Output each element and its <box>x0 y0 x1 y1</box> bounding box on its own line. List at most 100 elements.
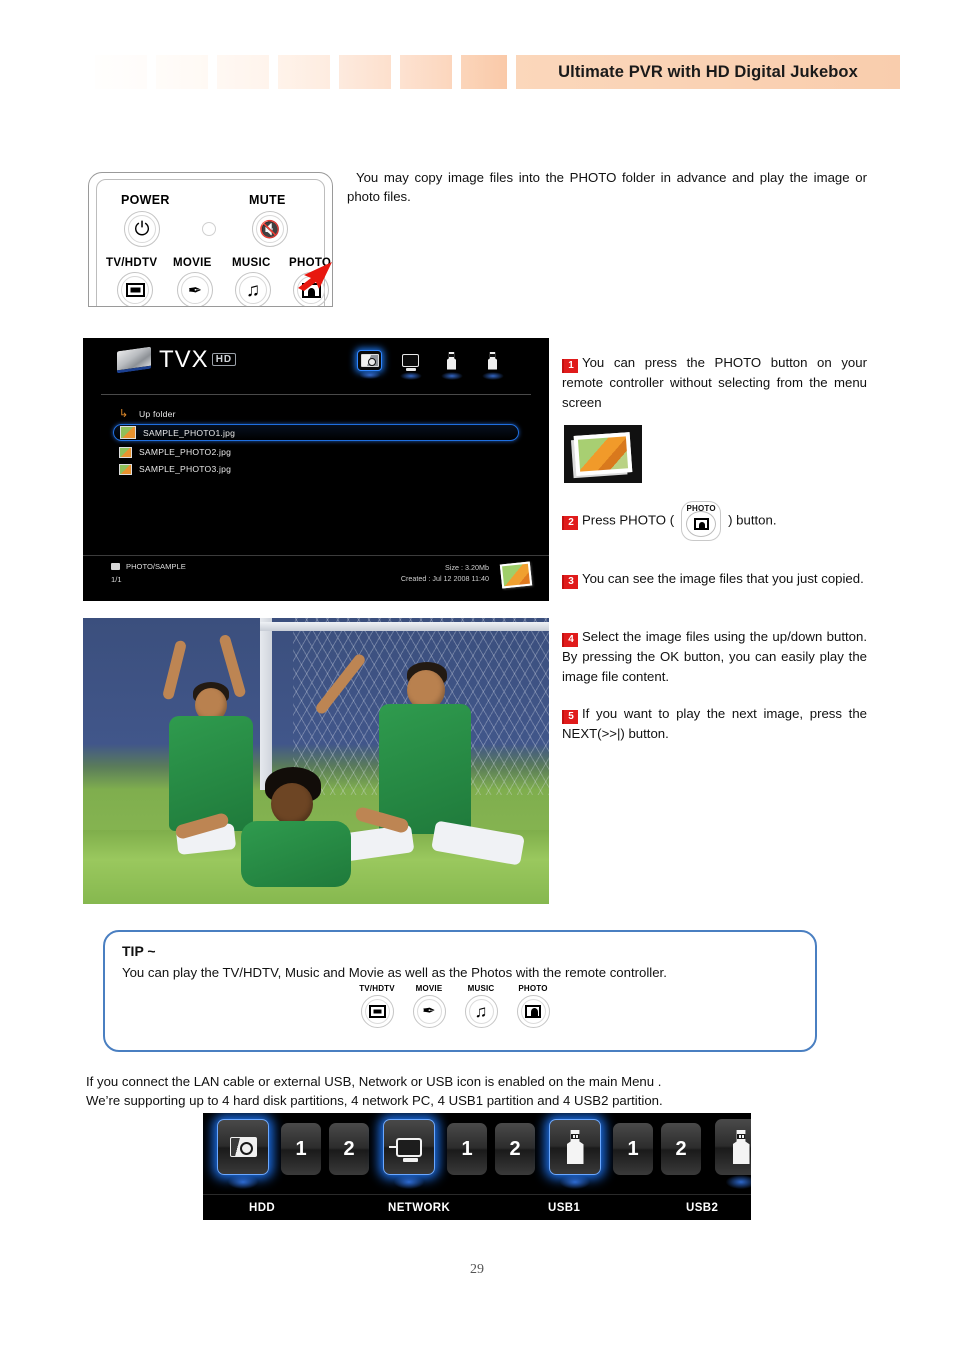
tv-screen-header: TVX HD <box>101 338 531 395</box>
menu-label-usb2: USB2 <box>686 1201 719 1214</box>
instruction-steps: 1 You can press the PHOTO button on your … <box>562 353 867 744</box>
remote-music-button[interactable]: ♫ <box>235 272 271 306</box>
remote-power-button[interactable]: ⏻ <box>124 211 160 247</box>
tv-usb2-device-icon[interactable] <box>480 350 505 380</box>
tile-label: 1 <box>295 1137 307 1160</box>
header-square-6 <box>400 55 452 89</box>
hdd-icon <box>229 1137 257 1157</box>
remote-mute-button[interactable]: 🔇 <box>252 211 288 247</box>
menu-hdd-icon-tile[interactable] <box>217 1119 269 1189</box>
tile <box>217 1119 269 1175</box>
intro-line-1: You may copy image files into the PHOTO … <box>356 170 784 185</box>
sample-photo-preview <box>83 618 549 904</box>
step-number-badge: 1 <box>562 359 578 373</box>
list-item-photo2[interactable]: SAMPLE_PHOTO2.jpg <box>113 445 519 459</box>
movie-icon: ✒ <box>187 280 203 300</box>
network-glyph <box>402 354 419 371</box>
page-number: 29 <box>470 1262 484 1277</box>
tile: 2 <box>329 1123 369 1175</box>
list-item-label: SAMPLE_PHOTO2.jpg <box>139 447 232 457</box>
photo-icon <box>693 518 709 530</box>
step-text-after: ) button. <box>728 512 777 528</box>
menu-network-pc-1[interactable]: 1 <box>447 1123 487 1175</box>
tip-button-label: MUSIC <box>467 984 495 993</box>
tip-button-label: TV/HDTV <box>359 984 395 993</box>
menu-hdd-partition-2[interactable]: 2 <box>329 1123 369 1175</box>
tip-button-label: MOVIE <box>415 984 443 993</box>
remote-tvhdtv-button[interactable] <box>117 272 153 306</box>
menu-usb1-partition-2[interactable]: 2 <box>661 1123 701 1175</box>
tip-button-movie[interactable]: MOVIE ✒ <box>410 984 448 1028</box>
remote-power-label: POWER <box>121 193 170 207</box>
up-folder-icon: ↳ <box>119 407 129 420</box>
step-text: You can press the PHOTO button on your r… <box>562 355 867 410</box>
music-note-icon: ♫ <box>245 279 261 301</box>
menu-usb2-icon-tile[interactable] <box>715 1119 751 1189</box>
image-file-icon <box>119 463 132 475</box>
header-square-4 <box>278 55 330 89</box>
tip-button-music[interactable]: MUSIC ♫ <box>462 984 500 1028</box>
remote-tvhdtv-label: TV/HDTV <box>106 257 158 269</box>
list-item-label: SAMPLE_PHOTO1.jpg <box>143 427 236 438</box>
step-text: You can see the image files that you jus… <box>582 571 864 586</box>
tv-network-device-icon[interactable] <box>398 350 423 380</box>
inline-photo-button[interactable]: PHOTO <box>675 499 727 543</box>
tv-screen-icon <box>125 283 145 297</box>
menu-label-hdd: HDD <box>249 1201 276 1214</box>
hdd-glyph <box>360 354 379 367</box>
list-item-photo3[interactable]: SAMPLE_PHOTO3.jpg <box>113 462 519 476</box>
tv-usb1-device-icon[interactable] <box>439 350 464 380</box>
tv-status-left: PHOTO/SAMPLE 1/1 <box>111 562 186 584</box>
menu-usb1-partition-1[interactable]: 1 <box>613 1123 653 1175</box>
page-indicator: 1/1 <box>111 575 122 584</box>
tile: 2 <box>495 1123 535 1175</box>
glow-effect <box>358 371 381 379</box>
tv-hdd-device-icon[interactable] <box>357 350 382 379</box>
hd-badge: HD <box>211 353 237 366</box>
tv-device-tabs <box>357 350 505 380</box>
music-note-icon: ♫ <box>474 1002 488 1021</box>
remote-movie-label: MOVIE <box>173 257 212 269</box>
glow-effect <box>228 1175 258 1189</box>
tv-screen-icon <box>368 1005 386 1018</box>
preview-thumbnail <box>499 561 533 589</box>
step-text: Select the image files using the up/down… <box>562 629 867 684</box>
current-path: PHOTO/SAMPLE <box>111 562 186 571</box>
image-file-icon <box>119 446 132 458</box>
step-number-badge: 2 <box>562 516 578 531</box>
tvx-wordmark: TVX <box>159 346 209 373</box>
tvx-logo: TVX HD <box>117 346 237 374</box>
menu-icon-row: 1 2 1 2 1 2 <box>203 1119 751 1189</box>
button-circle <box>686 511 717 537</box>
bottom-note: If you connect the LAN cable or external… <box>86 1072 816 1110</box>
remote-movie-button[interactable]: ✒ <box>177 272 213 306</box>
glow-effect <box>726 1175 751 1189</box>
file-size: Size : 3.20Mb <box>445 563 489 572</box>
folder-icon <box>111 563 120 570</box>
step-text-before: Press PHOTO ( <box>582 512 675 528</box>
red-pointer-arrow <box>298 262 332 291</box>
step-5: 5 If you want to play the next image, pre… <box>562 704 867 744</box>
remote-ir-indicator <box>202 222 216 236</box>
tip-title: TIP ~ <box>122 943 156 959</box>
menu-network-pc-2[interactable]: 2 <box>495 1123 535 1175</box>
list-item-up-folder[interactable]: ↳ Up folder <box>113 407 519 421</box>
path-text: PHOTO/SAMPLE <box>126 562 186 571</box>
bottom-note-line-2: We’re supporting up to 4 hard disk parti… <box>86 1093 663 1108</box>
menu-label-usb1: USB1 <box>548 1201 581 1214</box>
movie-icon: ✒ <box>422 1002 436 1020</box>
tile: 2 <box>661 1123 701 1175</box>
menu-hdd-partition-1[interactable]: 1 <box>281 1123 321 1175</box>
tv-status-right: Size : 3.20Mb Created : Jul 12 2008 11:4… <box>401 562 489 584</box>
tip-button-photo[interactable]: PHOTO <box>514 984 552 1028</box>
list-item-photo1[interactable]: SAMPLE_PHOTO1.jpg <box>113 424 519 441</box>
step-3: 3 You can see the image files that you ju… <box>562 569 867 589</box>
network-icon <box>389 1137 422 1162</box>
remote-mute-label: MUTE <box>249 193 286 207</box>
glow-effect <box>440 372 463 380</box>
tile: 1 <box>281 1123 321 1175</box>
tip-button-tvhdtv[interactable]: TV/HDTV <box>358 984 396 1028</box>
menu-usb1-icon-tile[interactable] <box>549 1119 601 1189</box>
menu-network-icon-tile[interactable] <box>383 1119 435 1189</box>
tip-remote-buttons: TV/HDTV MOVIE ✒ MUSIC ♫ PHOTO <box>358 984 552 1028</box>
